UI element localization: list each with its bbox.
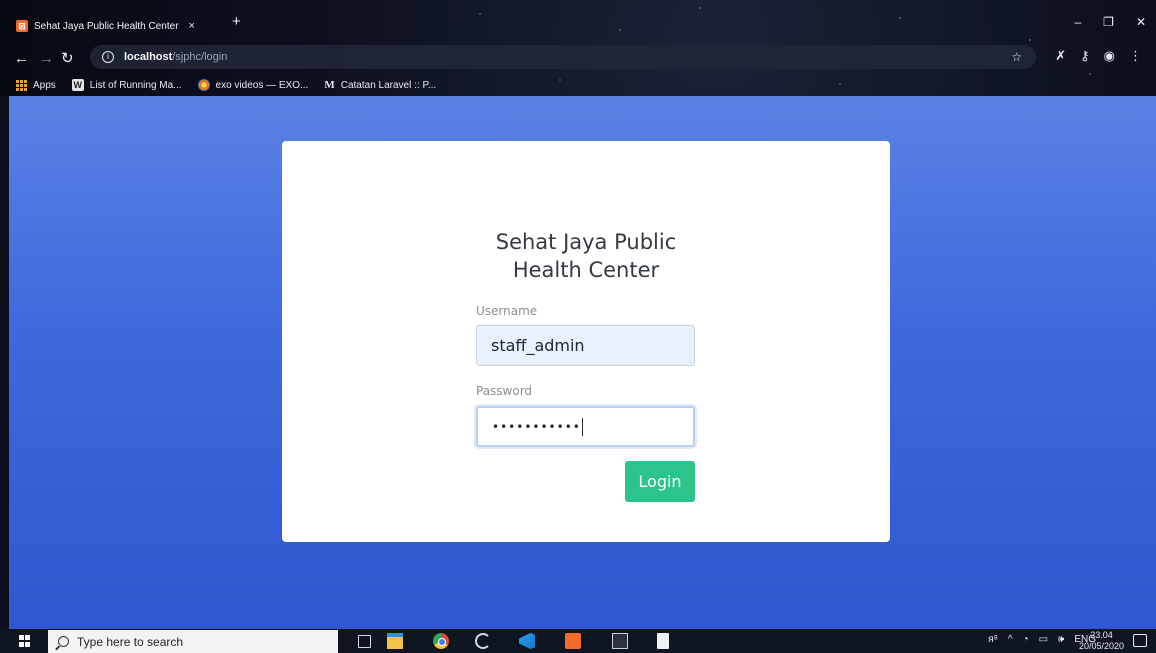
search-placeholder: Type here to search [77, 634, 184, 649]
address-bar[interactable]: i localhost/sjphc/login [90, 45, 1036, 69]
bookmark-running-ma[interactable]: W List of Running Ma... [71, 79, 182, 91]
new-tab-button[interactable]: + [232, 14, 241, 29]
text-caret [581, 417, 583, 436]
xampp-icon[interactable] [565, 633, 581, 649]
people-icon[interactable]: ᴙ⁸ [988, 634, 998, 645]
login-page: Sehat Jaya Public Health Center Username… [9, 96, 1156, 629]
windows-taskbar: Type here to search ᴙ⁸ ^ ◔ ▭ 🕪 ENG 23.04… [0, 629, 1156, 653]
tab-title: Sehat Jaya Public Health Center [34, 20, 179, 32]
extension-x-icon[interactable]: ✗ [1055, 48, 1066, 64]
username-value: staff_admin [491, 336, 585, 355]
forward-arrow-icon[interactable]: → [39, 50, 54, 67]
bookmark-star-icon[interactable]: ☆ [1011, 50, 1022, 64]
windows-start-icon[interactable] [19, 635, 31, 647]
file-icon[interactable] [657, 633, 669, 649]
window-controls: – ❐ ✕ [1074, 15, 1146, 29]
chevron-up-icon[interactable]: ^ [1008, 634, 1013, 645]
back-arrow-icon[interactable]: ← [14, 50, 29, 67]
bookmarks-bar: Apps W List of Running Ma... exo videos … [0, 74, 1156, 96]
chrome-icon[interactable] [433, 633, 449, 649]
flower-favicon-icon [197, 79, 210, 91]
profile-avatar-icon[interactable]: ◉ [1104, 48, 1115, 64]
title-line-2: Health Center [512, 258, 660, 282]
terminal-icon[interactable] [612, 633, 628, 649]
url-path: /sjphc/login [172, 51, 228, 63]
close-tab-icon[interactable]: × [189, 20, 195, 32]
password-input[interactable]: ••••••••••• [476, 406, 695, 447]
w-favicon-icon: W [71, 79, 84, 91]
taskbar-search-input[interactable]: Type here to search [48, 630, 338, 653]
extension-icons: ✗ ⚷ ◉ ⋮ [1055, 48, 1142, 64]
bookmark-label: Apps [33, 79, 56, 91]
browser-tab[interactable]: ⊠ Sehat Jaya Public Health Center × [16, 13, 222, 39]
bookmark-apps[interactable]: Apps [16, 79, 56, 91]
volume-icon[interactable]: 🕪 [1058, 634, 1064, 645]
taskbar-clock[interactable]: 23.04 20/05/2020 [1079, 630, 1124, 652]
login-card: Sehat Jaya Public Health Center Username… [282, 141, 890, 542]
browser-chrome: ⊠ Sehat Jaya Public Health Center × + – … [0, 0, 1156, 96]
clock-time: 23.04 [1090, 630, 1113, 640]
restore-icon[interactable]: ❐ [1103, 15, 1114, 29]
url-host: localhost [124, 51, 173, 63]
site-info-icon[interactable]: i [102, 51, 114, 63]
close-window-icon[interactable]: ✕ [1136, 15, 1146, 29]
bookmark-catatan-laravel[interactable]: M Catatan Laravel :: P... [324, 79, 436, 91]
minimize-icon[interactable]: – [1074, 15, 1081, 29]
search-icon [58, 636, 69, 647]
page-title: Sehat Jaya Public Health Center [282, 228, 890, 284]
task-view-icon[interactable] [358, 635, 371, 648]
bookmark-label: exo videos — EXO... [215, 79, 309, 91]
title-line-1: Sehat Jaya Public [495, 230, 677, 254]
apps-grid-icon [16, 79, 27, 91]
username-label: Username [476, 304, 538, 318]
password-key-icon[interactable]: ⚷ [1080, 48, 1090, 64]
login-button[interactable]: Login [625, 461, 695, 502]
m-favicon-icon: M [324, 79, 335, 91]
browser-toolbar: ← → ↻ i localhost/sjphc/login ☆ ✗ ⚷ ◉ ⋮ [0, 42, 1156, 72]
bookmark-label: Catatan Laravel :: P... [340, 79, 437, 91]
vscode-icon[interactable] [519, 633, 535, 649]
reload-icon[interactable]: ↻ [61, 49, 74, 67]
file-explorer-icon[interactable] [387, 633, 403, 649]
password-masked-value: ••••••••••• [492, 419, 581, 434]
bookmark-label: List of Running Ma... [89, 79, 182, 91]
username-input[interactable]: staff_admin [476, 325, 695, 366]
edge-icon[interactable] [475, 633, 491, 649]
wifi-icon[interactable]: ◔ [1023, 634, 1029, 645]
battery-icon[interactable]: ▭ [1039, 634, 1048, 645]
bookmark-exo-videos[interactable]: exo videos — EXO... [197, 79, 309, 91]
menu-kebab-icon[interactable]: ⋮ [1129, 48, 1142, 64]
clock-date: 20/05/2020 [1078, 641, 1124, 651]
password-label: Password [476, 384, 533, 398]
notification-icon[interactable] [1133, 634, 1147, 647]
xampp-favicon-icon: ⊠ [16, 20, 28, 32]
